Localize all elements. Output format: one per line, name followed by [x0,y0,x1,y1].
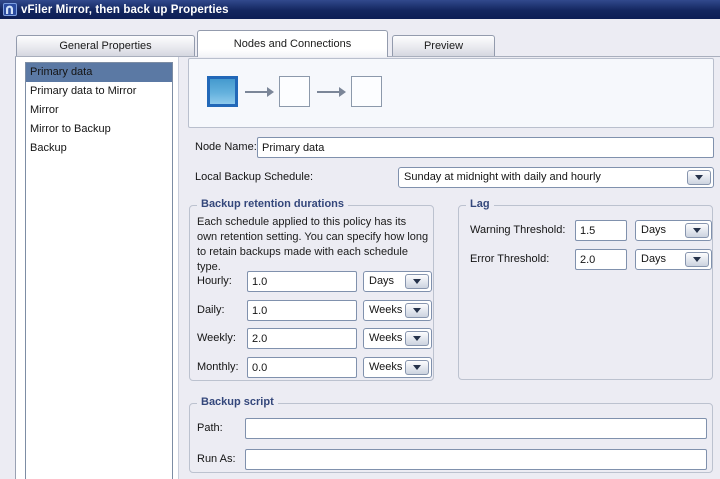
schedule-label: Local Backup Schedule: [195,171,314,183]
weekly-unit-dropdown-button[interactable] [405,331,429,346]
panel-divider [178,57,179,479]
hourly-label: Hourly: [197,275,232,287]
node-name-input[interactable] [257,137,714,158]
daily-unit-value: Weeks [369,304,403,316]
monthly-unit-value: Weeks [369,361,403,373]
list-item-primary-data[interactable]: Primary data [26,63,172,82]
monthly-unit-dropdown-button[interactable] [405,360,429,375]
tab-general-properties[interactable]: General Properties [16,35,195,56]
topology-diagram [188,58,714,128]
warning-unit-value: Days [641,224,667,236]
weekly-label: Weekly: [197,332,236,344]
weekly-unit-value: Weeks [369,332,403,344]
tab-nodes-and-connections[interactable]: Nodes and Connections [197,30,388,57]
hourly-unit-combobox[interactable]: Days [363,271,432,292]
daily-unit-combobox[interactable]: Weeks [363,300,432,321]
monthly-label: Monthly: [197,361,239,373]
error-unit-value: Days [641,253,667,265]
properties-dialog: vFiler Mirror, then back up Properties G… [0,0,720,479]
chevron-down-icon [693,228,701,233]
tab-label: Preview [423,40,464,52]
error-threshold-input[interactable] [575,249,627,270]
tab-label: Nodes and Connections [233,38,352,50]
list-item-mirror[interactable]: Mirror [26,101,172,120]
hourly-unit-dropdown-button[interactable] [405,274,429,289]
tab-preview[interactable]: Preview [392,35,495,56]
weekly-unit-combobox[interactable]: Weeks [363,328,432,349]
chevron-down-icon [413,308,421,313]
list-item-backup[interactable]: Backup [26,139,172,158]
diagram-node-backup[interactable] [351,76,382,107]
node-name-label: Node Name: [195,141,257,153]
chevron-down-icon [413,365,421,370]
path-input[interactable] [245,418,707,439]
chevron-down-icon [693,257,701,262]
weekly-input[interactable] [247,328,357,349]
warning-unit-combobox[interactable]: Days [635,220,712,241]
window-title: vFiler Mirror, then back up Properties [21,3,229,16]
retention-description: Each schedule applied to this policy has… [197,216,429,273]
chevron-down-icon [695,175,703,180]
backup-script-group-title: Backup script [197,396,278,408]
arrow-right-icon [245,87,274,97]
schedule-combobox[interactable]: Sunday at midnight with daily and hourly [398,167,714,188]
run-as-label: Run As: [197,453,236,465]
run-as-input[interactable] [245,449,707,470]
chevron-down-icon [413,336,421,341]
list-item-primary-data-to-mirror[interactable]: Primary data to Mirror [26,82,172,101]
node-listbox[interactable]: Primary data Primary data to Mirror Mirr… [25,62,173,479]
app-logo-icon [3,3,17,16]
schedule-value: Sunday at midnight with daily and hourly [404,171,601,183]
monthly-unit-combobox[interactable]: Weeks [363,357,432,378]
schedule-dropdown-button[interactable] [687,170,711,185]
lag-group-title: Lag [466,198,494,210]
error-unit-combobox[interactable]: Days [635,249,712,270]
error-threshold-label: Error Threshold: [470,253,550,265]
error-unit-dropdown-button[interactable] [685,252,709,267]
tab-label: General Properties [59,40,152,52]
monthly-input[interactable] [247,357,357,378]
diagram-node-mirror[interactable] [279,76,310,107]
hourly-input[interactable] [247,271,357,292]
diagram-node-primary-data[interactable] [207,76,238,107]
path-label: Path: [197,422,223,434]
arrow-right-icon [317,87,346,97]
window-titlebar[interactable]: vFiler Mirror, then back up Properties [0,0,720,19]
daily-unit-dropdown-button[interactable] [405,303,429,318]
warning-threshold-input[interactable] [575,220,627,241]
hourly-unit-value: Days [369,275,395,287]
warning-unit-dropdown-button[interactable] [685,223,709,238]
daily-label: Daily: [197,304,225,316]
retention-group-title: Backup retention durations [197,198,349,210]
list-item-mirror-to-backup[interactable]: Mirror to Backup [26,120,172,139]
daily-input[interactable] [247,300,357,321]
chevron-down-icon [413,279,421,284]
warning-threshold-label: Warning Threshold: [470,224,566,236]
